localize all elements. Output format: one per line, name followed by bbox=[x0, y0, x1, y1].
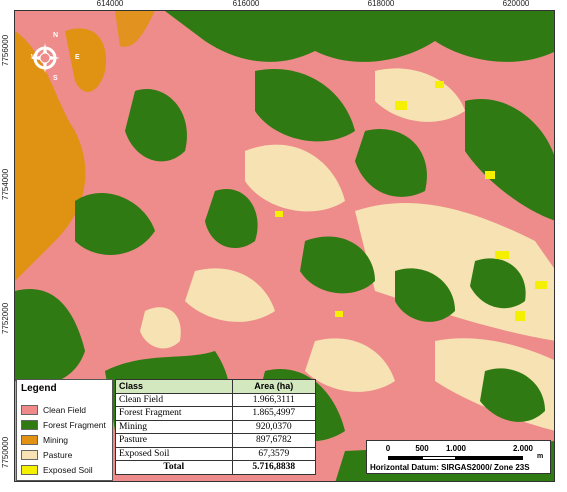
class-cell: Forest Fragment bbox=[115, 406, 233, 421]
legend-item: Mining bbox=[21, 434, 68, 446]
scale-unit: m bbox=[537, 453, 544, 460]
west-label: W bbox=[31, 54, 38, 61]
easting-tick-label: 614000 bbox=[96, 0, 124, 8]
scale-label: 1.000 bbox=[445, 444, 467, 453]
table-row: Exposed Soil 67,3579 bbox=[115, 446, 317, 461]
table-row: Pasture 897,6782 bbox=[115, 433, 317, 448]
total-area: 5.716,8838 bbox=[231, 460, 317, 475]
legend-swatch bbox=[21, 435, 38, 445]
north-label: N bbox=[53, 32, 59, 39]
easting-tick-label: 618000 bbox=[367, 0, 395, 8]
map-figure: 614000 616000 618000 620000 7756000 7754… bbox=[0, 0, 567, 492]
legend-swatch bbox=[21, 420, 38, 430]
table-total-row: Total 5.716,8838 bbox=[115, 460, 317, 475]
south-label: S bbox=[53, 75, 58, 82]
easting-tick-label: 620000 bbox=[502, 0, 530, 8]
legend-label: Clean Field bbox=[43, 405, 86, 415]
area-cell: 1.865,4997 bbox=[231, 406, 317, 421]
legend-item: Clean Field bbox=[21, 404, 86, 416]
horizontal-datum: Horizontal Datum: SIRGAS2000/ Zone 23S bbox=[370, 463, 530, 472]
legend-label: Mining bbox=[43, 435, 69, 445]
area-cell: 920,0370 bbox=[231, 419, 317, 434]
scale-segment bbox=[422, 456, 456, 460]
scale-label: 500 bbox=[415, 444, 429, 453]
legend-swatch bbox=[21, 450, 38, 460]
class-cell: Clean Field bbox=[115, 392, 233, 407]
northing-tick-label: 7754000 bbox=[1, 168, 10, 200]
legend-label: Exposed Soil bbox=[43, 465, 93, 475]
area-cell: 1.966,3111 bbox=[231, 392, 317, 407]
northing-tick-label: 7752000 bbox=[1, 302, 10, 334]
class-cell: Mining bbox=[115, 419, 233, 434]
legend-item: Forest Fragment bbox=[21, 419, 106, 431]
table-header-row: Class Area (ha) bbox=[115, 379, 317, 394]
legend-title: Legend bbox=[21, 383, 57, 394]
area-table: Class Area (ha) Clean Field 1.966,3111 F… bbox=[115, 379, 317, 475]
table-row: Forest Fragment 1.865,4997 bbox=[115, 406, 317, 421]
legend-label: Forest Fragment bbox=[43, 420, 106, 430]
legend-item: Exposed Soil bbox=[21, 464, 93, 476]
scale-segment bbox=[388, 456, 422, 460]
east-label: E bbox=[75, 54, 80, 61]
legend-box: Legend Clean Field Forest Fragment Minin… bbox=[16, 379, 113, 481]
scale-segment bbox=[456, 456, 523, 460]
area-cell: 897,6782 bbox=[231, 433, 317, 448]
legend-label: Pasture bbox=[43, 450, 73, 460]
northing-tick-label: 7756000 bbox=[1, 34, 10, 66]
legend-swatch bbox=[21, 405, 38, 415]
class-cell: Pasture bbox=[115, 433, 233, 448]
legend-item: Pasture bbox=[21, 449, 72, 461]
easting-tick-label: 616000 bbox=[232, 0, 260, 8]
legend-swatch bbox=[21, 465, 38, 475]
table-row: Clean Field 1.966,3111 bbox=[115, 392, 317, 407]
scale-label: 2.000 bbox=[512, 444, 534, 453]
class-column-header: Class bbox=[115, 379, 233, 394]
class-cell: Exposed Soil bbox=[115, 446, 233, 461]
total-label: Total bbox=[115, 460, 233, 475]
table-row: Mining 920,0370 bbox=[115, 419, 317, 434]
northing-tick-label: 7750000 bbox=[1, 436, 10, 468]
area-column-header: Area (ha) bbox=[231, 379, 317, 394]
area-cell: 67,3579 bbox=[231, 446, 317, 461]
scale-label: 0 bbox=[385, 444, 391, 453]
scale-bar-box: 0 500 1.000 2.000 m Horizontal Datum: SI… bbox=[366, 440, 551, 474]
